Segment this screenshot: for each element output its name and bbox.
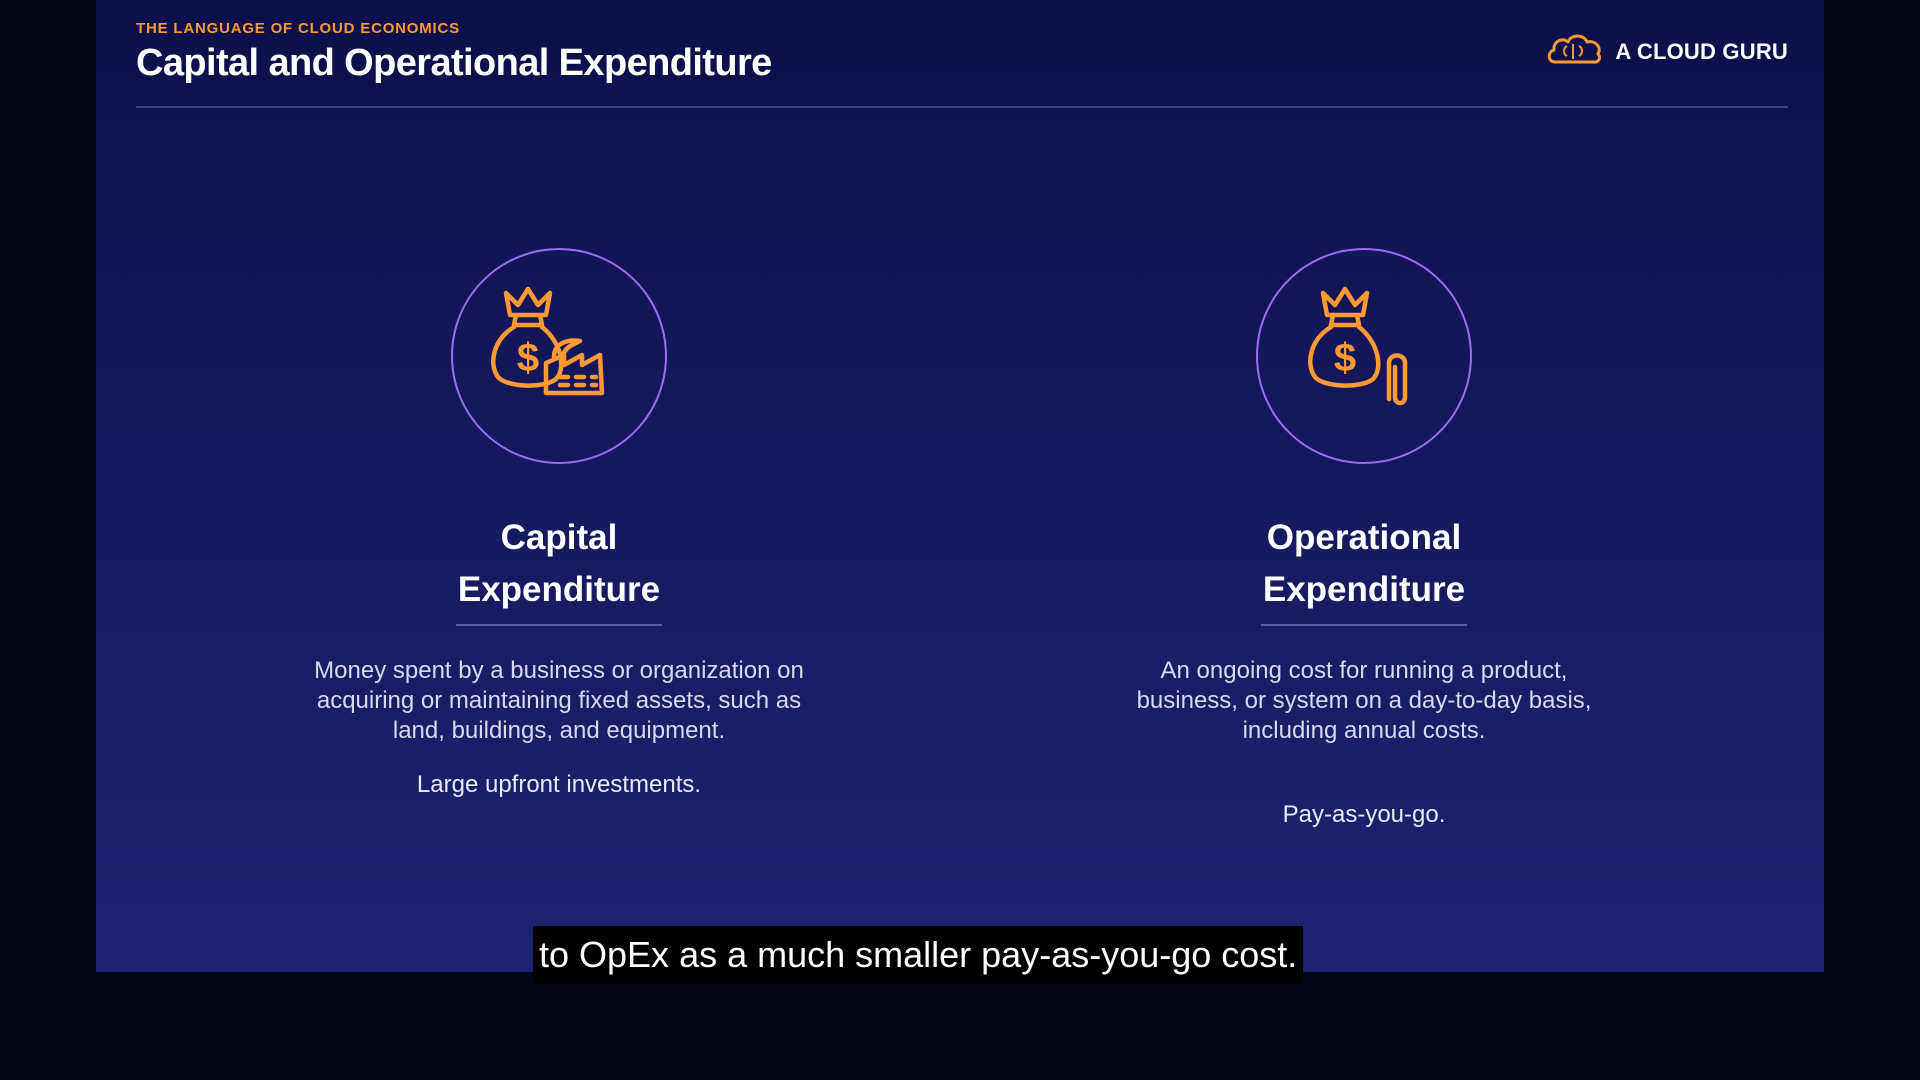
opex-card: $ Operational Expenditure An ongoing cos… [1104, 248, 1624, 830]
money-bag-paperclip-icon: $ [1289, 279, 1439, 434]
opex-note: Pay-as-you-go. [1282, 801, 1446, 828]
header-divider [136, 106, 1788, 108]
video-viewport: THE LANGUAGE OF CLOUD ECONOMICS Capital … [0, 0, 1920, 1080]
capex-description: Money spent by a business or organizatio… [314, 657, 804, 744]
capex-note: Large upfront investments. [416, 771, 702, 798]
cloud-brain-icon [1545, 32, 1603, 71]
capex-title-underline [456, 624, 662, 626]
opex-title-underline [1261, 624, 1467, 626]
opex-icon-circle: $ [1256, 248, 1472, 464]
slide-kicker: THE LANGUAGE OF CLOUD ECONOMICS [136, 20, 460, 37]
opex-title: Operational Expenditure [1104, 512, 1624, 616]
capex-title: Capital Expenditure [299, 512, 819, 616]
opex-title-line1: Operational [1266, 518, 1462, 557]
brand-name: A CLOUD GURU [1615, 38, 1788, 64]
brand-logo: A CLOUD GURU [1545, 32, 1788, 71]
svg-text:$: $ [1334, 336, 1356, 380]
capex-card: $ Capital Expenditure Money spent by a b… [299, 248, 819, 800]
capex-title-line1: Capital [500, 518, 618, 557]
capex-title-line2: Expenditure [457, 570, 661, 609]
opex-title-line2: Expenditure [1262, 570, 1466, 609]
capex-icon-circle: $ [451, 248, 667, 464]
slide: THE LANGUAGE OF CLOUD ECONOMICS Capital … [96, 0, 1824, 972]
svg-text:$: $ [517, 336, 539, 380]
video-caption: to OpEx as a much smaller pay-as-you-go … [533, 926, 1304, 984]
money-bag-factory-icon: $ [484, 279, 634, 434]
slide-title: Capital and Operational Expenditure [136, 42, 772, 84]
opex-description: An ongoing cost for running a product, b… [1136, 657, 1592, 744]
